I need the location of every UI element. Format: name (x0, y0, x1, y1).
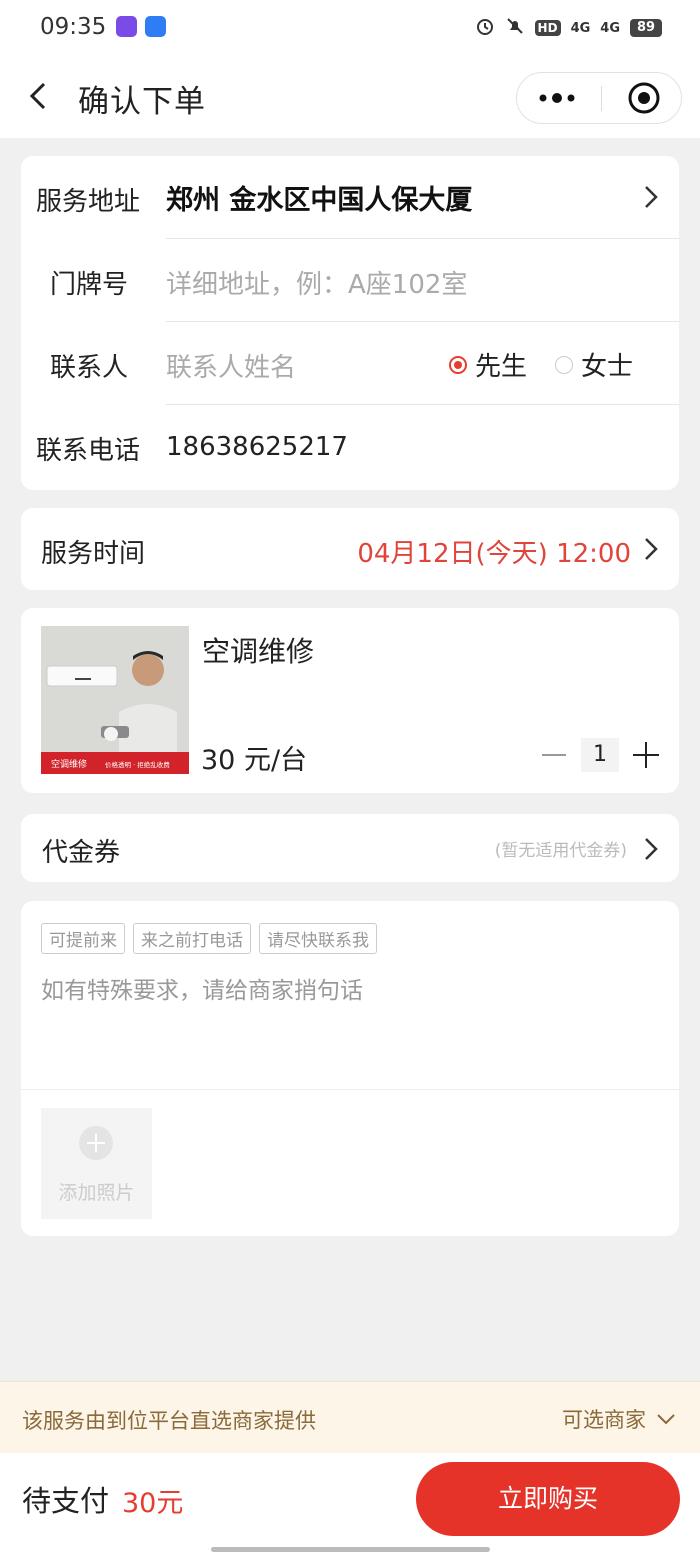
status-time: 09:35 (40, 14, 107, 40)
door-number-label: 门牌号 (50, 270, 129, 300)
merchant-info-text: 该服务由到位平台直选商家提供 (22, 1409, 316, 1433)
merchant-bar: 该服务由到位平台直选商家提供 可选商家 (0, 1381, 700, 1454)
close-miniprogram-button[interactable] (602, 73, 682, 123)
signal-icon: 4G (570, 20, 591, 36)
quick-tag[interactable]: 请尽快联系我 (259, 923, 377, 954)
chevron-left-icon (29, 82, 46, 110)
app-notification-icon (145, 16, 166, 37)
service-time-label: 服务时间 (41, 539, 146, 569)
back-button[interactable] (20, 76, 60, 116)
contact-name-input[interactable]: 联系人姓名 (166, 347, 296, 384)
quantity-value[interactable]: 1 (581, 738, 619, 772)
increase-quantity-button[interactable] (631, 740, 661, 770)
battery-icon: 89 (630, 19, 662, 37)
nav-bar: 确认下单 (0, 58, 700, 138)
phone-row: 联系电话 18638625217 (21, 405, 679, 488)
door-number-row: 门牌号 详细地址，例：A座102室 (21, 239, 679, 322)
chevron-right-icon (645, 538, 658, 560)
checkout-bar: 待支付 30元 立即购买 (0, 1453, 700, 1555)
product-card: 空调维修 价格透明 · 拒绝乱收费 空调维修 30 元/台 1 (21, 608, 679, 793)
select-merchant-label: 可选商家 (562, 1408, 646, 1432)
pay-amount: 30元 (122, 1488, 184, 1519)
buy-now-button[interactable]: 立即购买 (416, 1462, 680, 1536)
quick-tags: 可提前来 来之前打电话 请尽快联系我 (41, 923, 377, 954)
service-address-label: 服务地址 (36, 187, 141, 217)
phone-input[interactable]: 18638625217 (166, 432, 348, 462)
divider (21, 1089, 679, 1090)
service-address-value: 郑州 金水区中国人保大厦 (166, 185, 473, 216)
image-banner-left: 空调维修 (51, 758, 87, 770)
chevron-down-icon (657, 1414, 675, 1425)
product-price: 30 元/台 (201, 745, 308, 776)
gender-radio-mr[interactable] (449, 355, 467, 374)
status-bar: 09:35 HD 4G 4G 89 (0, 0, 700, 58)
coupon-card[interactable]: 代金券 (暂无适用代金券) (21, 814, 679, 882)
gender-option-label[interactable]: 女士 (581, 346, 633, 383)
add-photo-button[interactable]: 添加照片 (41, 1108, 152, 1219)
door-number-input[interactable]: 详细地址，例：A座102室 (166, 264, 467, 301)
miniprogram-capsule (516, 72, 682, 124)
service-address-row[interactable]: 服务地址 郑州 金水区中国人保大厦 (21, 156, 679, 239)
home-indicator[interactable] (211, 1547, 490, 1552)
add-photo-label: 添加照片 (58, 1182, 135, 1204)
image-banner-right: 价格透明 · 拒绝乱收费 (105, 760, 170, 769)
quick-tag[interactable]: 可提前来 (41, 923, 125, 954)
coupon-hint: (暂无适用代金券) (494, 841, 627, 861)
decrease-quantity-button[interactable] (539, 740, 569, 770)
gender-radio-group: 先生 女士 (449, 346, 633, 383)
product-name: 空调维修 (202, 635, 315, 668)
service-time-card[interactable]: 服务时间 04月12日(今天) 12:00 (21, 508, 679, 590)
address-card: 服务地址 郑州 金水区中国人保大厦 门牌号 详细地址，例：A座102室 联系人 … (21, 156, 679, 490)
gender-option-label[interactable]: 先生 (475, 346, 527, 383)
target-close-icon (628, 82, 660, 114)
note-card: 可提前来 来之前打电话 请尽快联系我 如有特殊要求，请给商家捎句话 添加照片 (21, 901, 679, 1236)
chevron-right-icon (645, 838, 658, 860)
plus-icon (79, 1126, 113, 1160)
hd-voice-icon: HD (534, 20, 561, 36)
mute-bell-icon (505, 16, 525, 40)
more-button[interactable] (517, 73, 601, 123)
pay-label: 待支付 (22, 1484, 110, 1518)
app-notification-icon (116, 16, 137, 37)
contact-label: 联系人 (50, 353, 129, 383)
note-textarea[interactable]: 如有特殊要求，请给商家捎句话 (41, 971, 363, 1005)
status-indicators: HD 4G 4G 89 (475, 16, 662, 40)
gender-radio-ms[interactable] (555, 355, 574, 374)
chevron-right-icon (645, 186, 658, 208)
quick-tag[interactable]: 来之前打电话 (133, 923, 251, 954)
coupon-label: 代金券 (42, 838, 121, 868)
product-image: 空调维修 价格透明 · 拒绝乱收费 (41, 626, 189, 774)
more-dots-icon (539, 93, 575, 103)
phone-label: 联系电话 (36, 436, 141, 466)
alarm-icon (475, 16, 495, 40)
quantity-stepper: 1 (539, 738, 661, 772)
contact-row: 联系人 联系人姓名 先生 女士 (21, 322, 679, 405)
service-time-value: 04月12日(今天) 12:00 (357, 539, 631, 569)
signal-icon: 4G (600, 20, 620, 36)
select-merchant-button[interactable]: 可选商家 (562, 1404, 678, 1434)
page-title: 确认下单 (78, 84, 206, 120)
